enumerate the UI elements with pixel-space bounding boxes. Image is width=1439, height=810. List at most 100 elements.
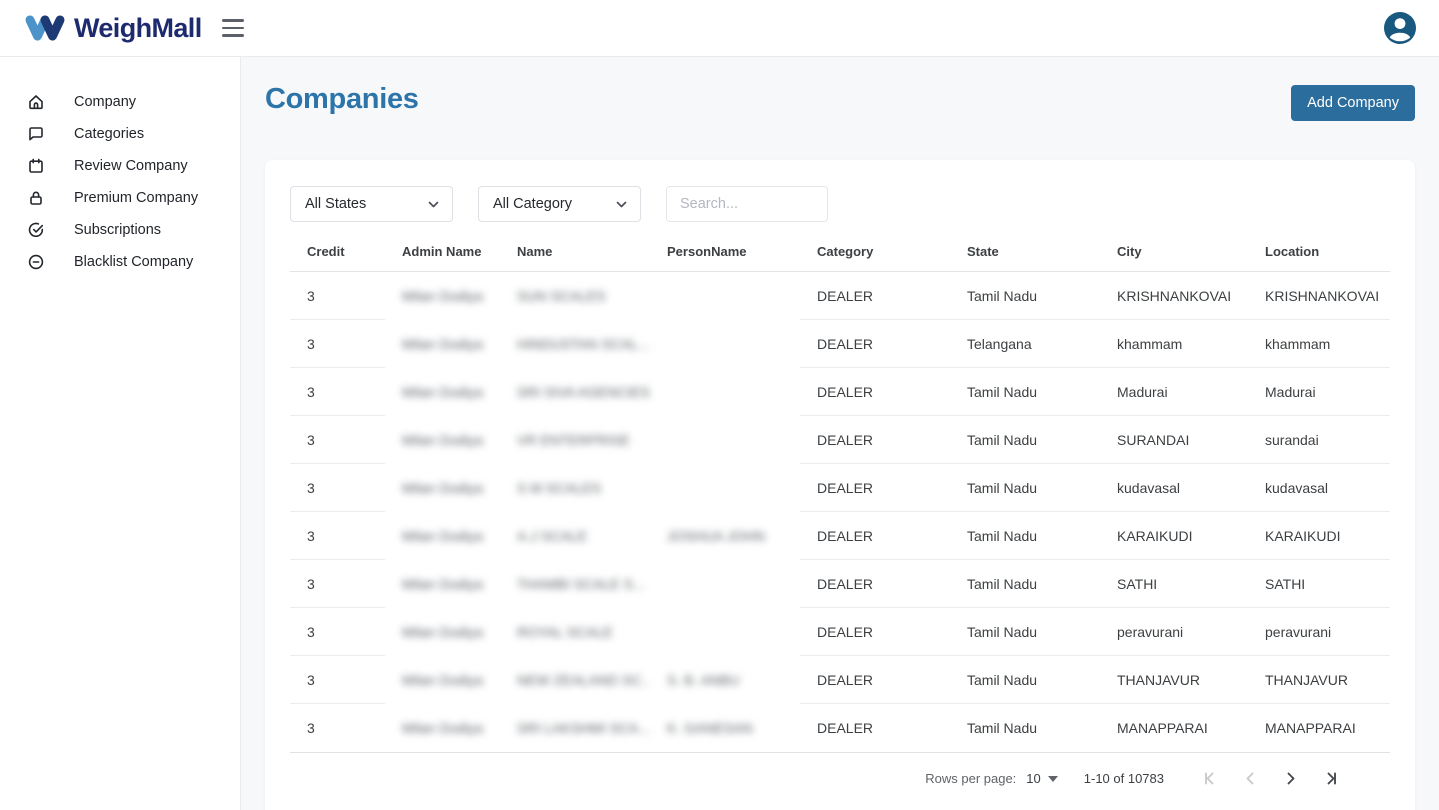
cell-credit: 3 [290, 512, 385, 560]
cell-admin-name: Milan Dodiya [385, 512, 500, 560]
cell-location: KARAIKUDI [1248, 512, 1390, 560]
cell-person-name [650, 464, 800, 512]
cell-state: Tamil Nadu [950, 416, 1100, 464]
table-row[interactable]: 3Milan DodiyaTHAMBI SCALE S... DEALERTami… [290, 560, 1390, 608]
table-row[interactable]: 3Milan DodiyaHINDUSTAN SCAL...DEALERTela… [290, 320, 1390, 368]
cell-admin-name: Milan Dodiya [385, 272, 500, 320]
sidebar-item-premium-company[interactable]: Premium Company [0, 182, 240, 214]
menu-toggle-icon[interactable] [218, 15, 248, 40]
cell-company-name: THAMBI SCALE S... [500, 560, 650, 608]
cell-person-name [650, 560, 800, 608]
cell-admin-name: Milan Dodiya [385, 560, 500, 608]
chevron-down-icon [427, 198, 440, 211]
sidebar-item-categories[interactable]: Categories [0, 118, 240, 150]
cell-state: Tamil Nadu [950, 512, 1100, 560]
calendar-icon [27, 157, 45, 175]
cell-state: Tamil Nadu [950, 368, 1100, 416]
cell-company-name: SRI SIVA AGENCIES [500, 368, 650, 416]
cell-person-name [650, 416, 800, 464]
cell-credit: 3 [290, 704, 385, 752]
cell-category: DEALER [800, 608, 950, 656]
chevron-down-icon [615, 198, 628, 211]
rows-per-page-select[interactable]: 10 [1026, 771, 1057, 786]
first-page-button[interactable] [1190, 769, 1230, 788]
column-header-personname: PersonName [650, 244, 800, 259]
cell-category: DEALER [800, 416, 950, 464]
cell-category: DEALER [800, 464, 950, 512]
column-header-admin-name: Admin Name [385, 244, 500, 259]
cell-city: SURANDAI [1100, 416, 1248, 464]
table-row[interactable]: 3Milan DodiyaSRI SIVA AGENCIESDEALERTami… [290, 368, 1390, 416]
cell-city: KARAIKUDI [1100, 512, 1248, 560]
cell-location: peravurani [1248, 608, 1390, 656]
sidebar-item-label: Review Company [74, 158, 188, 174]
sidebar-item-label: Premium Company [74, 190, 198, 206]
main-content: Companies Add Company All States All Cat… [241, 57, 1439, 810]
page-title: Companies [265, 83, 419, 116]
table-row[interactable]: 3Milan DodiyaSRI LAKSHMI SCA...K. GANESA… [290, 704, 1390, 752]
sidebar-item-blacklist-company[interactable]: Blacklist Company [0, 246, 240, 278]
cell-city: MANAPPARAI [1100, 704, 1248, 752]
message-icon [27, 125, 45, 143]
next-page-button[interactable] [1270, 769, 1310, 788]
category-filter-value: All Category [493, 196, 572, 212]
cell-state: Tamil Nadu [950, 560, 1100, 608]
category-filter-select[interactable]: All Category [478, 186, 641, 222]
cell-person-name [650, 608, 800, 656]
cell-category: DEALER [800, 368, 950, 416]
user-avatar[interactable] [1383, 11, 1417, 45]
column-header-city: City [1100, 244, 1248, 259]
table-row[interactable]: 3Milan DodiyaVR ENTERPRISEDEALERTamil Na… [290, 416, 1390, 464]
cell-company-name: NEW ZEALAND SC... [500, 656, 650, 704]
sidebar-item-label: Blacklist Company [74, 254, 193, 270]
cell-credit: 3 [290, 416, 385, 464]
cell-company-name: S M SCALES [500, 464, 650, 512]
cell-credit: 3 [290, 656, 385, 704]
sidebar-item-label: Subscriptions [74, 222, 161, 238]
weighmall-logo-icon [24, 12, 66, 44]
add-company-button[interactable]: Add Company [1291, 85, 1415, 121]
minus-circle-icon [27, 253, 45, 271]
table-row[interactable]: 3Milan DodiyaS M SCALESDEALERTamil Naduk… [290, 464, 1390, 512]
cell-location: khammam [1248, 320, 1390, 368]
cell-company-name: ROYAL SCALE [500, 608, 650, 656]
table-row[interactable]: 3Milan DodiyaA.J SCALEJOSHUA JOHNDEALERT… [290, 512, 1390, 560]
table-row[interactable]: 3Milan DodiyaROYAL SCALEDEALERTamil Nadu… [290, 608, 1390, 656]
sidebar-item-review-company[interactable]: Review Company [0, 150, 240, 182]
cell-location: surandai [1248, 416, 1390, 464]
state-filter-select[interactable]: All States [290, 186, 453, 222]
column-header-credit: Credit [290, 244, 385, 259]
cell-person-name [650, 272, 800, 320]
cell-city: peravurani [1100, 608, 1248, 656]
cell-person-name: JOSHUA JOHN [650, 512, 800, 560]
table-body: 3Milan DodiyaSUN SCALESDEALERTamil NaduK… [290, 272, 1390, 752]
caret-down-icon [1048, 776, 1058, 782]
cell-state: Tamil Nadu [950, 608, 1100, 656]
sidebar-item-company[interactable]: Company [0, 86, 240, 118]
cell-location: KRISHNANKOVAI [1248, 272, 1390, 320]
cell-category: DEALER [800, 656, 950, 704]
search-input[interactable] [666, 186, 828, 222]
table-row[interactable]: 3Milan DodiyaSUN SCALESDEALERTamil NaduK… [290, 272, 1390, 320]
cell-state: Tamil Nadu [950, 272, 1100, 320]
cell-admin-name: Milan Dodiya [385, 704, 500, 752]
last-page-button[interactable] [1310, 769, 1350, 788]
brand-name: WeighMall [74, 13, 202, 44]
cell-city: Madurai [1100, 368, 1248, 416]
column-header-category: Category [800, 244, 950, 259]
previous-page-button[interactable] [1230, 769, 1270, 788]
cell-category: DEALER [800, 704, 950, 752]
cell-credit: 3 [290, 560, 385, 608]
state-filter-value: All States [305, 196, 366, 212]
cell-city: THANJAVUR [1100, 656, 1248, 704]
cell-category: DEALER [800, 560, 950, 608]
pagination: Rows per page: 10 1-10 of 10783 [290, 752, 1390, 804]
cell-company-name: VR ENTERPRISE [500, 416, 650, 464]
cell-admin-name: Milan Dodiya [385, 464, 500, 512]
cell-city: kudavasal [1100, 464, 1248, 512]
cell-person-name: S. B. ANBU [650, 656, 800, 704]
table-row[interactable]: 3Milan DodiyaNEW ZEALAND SC...S. B. ANBU… [290, 656, 1390, 704]
cell-company-name: SUN SCALES [500, 272, 650, 320]
sidebar-item-subscriptions[interactable]: Subscriptions [0, 214, 240, 246]
cell-credit: 3 [290, 608, 385, 656]
